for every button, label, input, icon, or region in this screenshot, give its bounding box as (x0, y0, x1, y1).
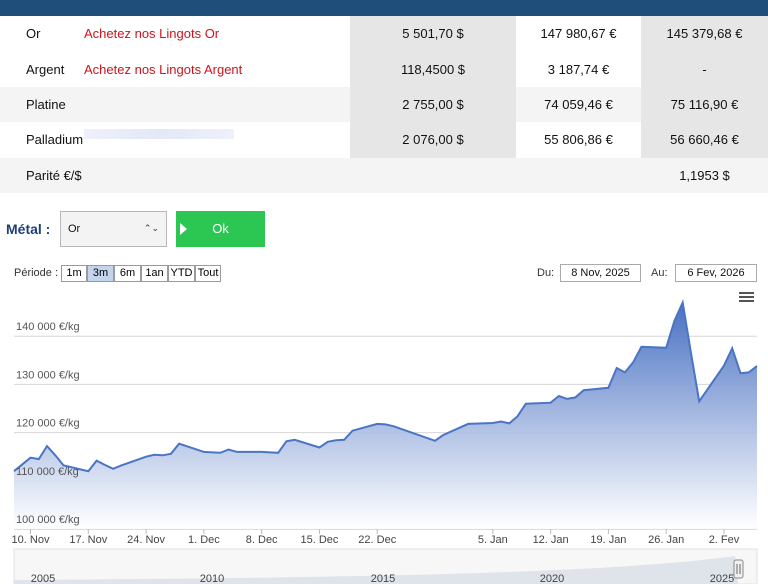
navigator[interactable]: 2005 2010 2015 2020 2025 (13, 548, 758, 584)
navigator-year-label: 2015 (371, 573, 395, 584)
y-tick-label: 100 000 €/kg (16, 514, 80, 526)
y-tick-label: 140 000 €/kg (16, 321, 80, 333)
x-tick-label: 26. Jan (648, 534, 684, 546)
x-tick-label: 10. Nov (12, 534, 50, 546)
navigator-year-label: 2010 (200, 573, 224, 584)
page: Or 5 501,70 $ 147 980,67 € 145 379,68 € … (0, 0, 768, 584)
navigator-handle[interactable] (733, 559, 744, 579)
navigator-year-label: 2025 (710, 573, 734, 584)
y-tick-label: 130 000 €/kg (16, 369, 80, 381)
x-tick-label: 22. Dec (358, 534, 396, 546)
x-tick-label: 24. Nov (127, 534, 165, 546)
y-tick-label: 120 000 €/kg (16, 418, 80, 430)
menu-icon[interactable] (739, 292, 754, 304)
x-tick-label: 1. Dec (188, 534, 220, 546)
price-chart: 100 000 €/kg 110 000 €/kg 120 000 €/kg 130 … (12, 299, 758, 584)
navigator-year-label: 2020 (540, 573, 564, 584)
x-tick-label: 5. Jan (478, 534, 508, 546)
x-tick-label: 17. Nov (69, 534, 107, 546)
x-tick-label: 15. Dec (300, 534, 338, 546)
y-tick-label: 110 000 €/kg (16, 466, 79, 478)
x-tick-label: 19. Jan (590, 534, 626, 546)
x-tick-label: 2. Fev (709, 534, 740, 546)
x-tick-label: 8. Dec (246, 534, 278, 546)
x-tick-label: 12. Jan (533, 534, 569, 546)
navigator-year-label: 2005 (31, 573, 55, 584)
